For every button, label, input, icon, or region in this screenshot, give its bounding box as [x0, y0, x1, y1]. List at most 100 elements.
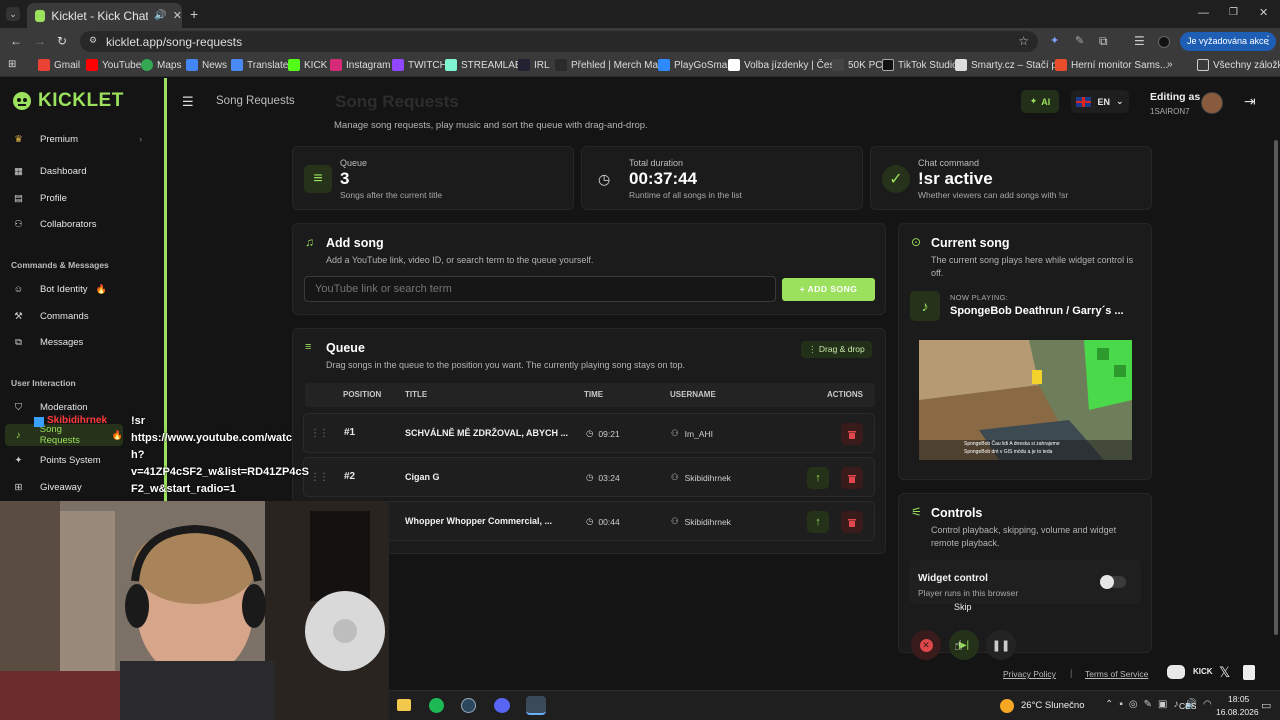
file-explorer-icon[interactable]	[397, 699, 411, 711]
url-input[interactable]: ⚙ kicklet.app/song-requests ☆	[80, 31, 1038, 52]
controls-description: Control playback, skipping, volume and w…	[931, 525, 1117, 548]
chat-overlay: Skibidihrnek !sr https://www.youtube.com…	[30, 415, 330, 500]
chat-message-line: https://www.youtube.com/watc	[131, 432, 292, 444]
bookmark-translate[interactable]: Translate	[231, 59, 288, 71]
bookmark-streamlabs[interactable]: STREAMLABS	[445, 59, 528, 71]
site-info-icon[interactable]: ⚙	[89, 35, 97, 46]
bookmark-gmail[interactable]: Gmail	[38, 59, 80, 71]
bookmark-maps[interactable]: Maps	[141, 59, 181, 71]
kicklet-favicon	[35, 9, 46, 22]
sidebar-item-premium[interactable]: ♛ Premium ›	[11, 130, 142, 148]
new-tab-icon[interactable]: +	[190, 6, 198, 22]
bookmark-star-icon[interactable]: ☆	[1018, 34, 1029, 48]
profile-avatar-icon[interactable]	[1158, 36, 1170, 48]
bookmark-50kpc[interactable]: 50K PC	[832, 59, 882, 71]
queue-table-header: POSITION TITLE TIME USERNAME ACTIONS	[305, 383, 875, 407]
user-avatar[interactable]	[1201, 92, 1223, 114]
discord-icon[interactable]	[1167, 665, 1185, 679]
delete-button[interactable]	[841, 423, 863, 445]
x-social-icon[interactable]: 𝕏	[1219, 664, 1230, 681]
discord-taskbar-icon[interactable]	[494, 698, 510, 713]
song-search-input[interactable]	[304, 276, 776, 302]
kick-social-icon[interactable]: KICK	[1193, 667, 1213, 676]
add-song-title: Add song	[326, 236, 384, 250]
move-up-button[interactable]: ↑	[807, 511, 829, 533]
maximize-icon[interactable]: ❐	[1229, 7, 1238, 18]
steam-icon[interactable]	[461, 698, 476, 713]
bookmark-smarty[interactable]: Smarty.cz – Stačí pl...	[955, 59, 1068, 71]
widget-control-toggle[interactable]	[1100, 575, 1126, 589]
input-language[interactable]: CES	[1179, 701, 1196, 711]
mouse-cursor: ☝	[954, 637, 963, 653]
ai-button[interactable]: ✦ AI	[1021, 90, 1059, 113]
bookmark-kick[interactable]: KICK	[288, 59, 327, 71]
move-up-button[interactable]: ↑	[807, 467, 829, 489]
kicklet-logo[interactable]: KICKLET	[12, 90, 124, 112]
extension-icon-1[interactable]: ✦	[1050, 35, 1062, 47]
table-row[interactable]: ⋮⋮ #1 SCHVÁLNĚ MĚ ZDRŽOVAL, ABYCH ... ◷ 0…	[303, 413, 875, 453]
tab-audio-icon[interactable]: 🔊	[154, 10, 166, 21]
bookmark-news[interactable]: News	[186, 59, 227, 71]
bookmark-irl[interactable]: IRL	[518, 59, 550, 71]
add-song-button[interactable]: + ADD SONG	[782, 278, 875, 301]
bookmark-tiktok[interactable]: TikTok Studio	[882, 59, 958, 71]
privacy-policy-link[interactable]: Privacy Policy	[1003, 669, 1056, 679]
minimize-icon[interactable]: —	[1198, 7, 1209, 19]
back-icon[interactable]: ←	[10, 34, 22, 48]
scrollbar[interactable]	[1274, 140, 1278, 635]
profile-icon: ▤	[14, 192, 23, 204]
extensions-puzzle-icon[interactable]: ⧉	[1099, 34, 1108, 49]
bookmark-playgosmart[interactable]: PlayGoSmart	[658, 59, 733, 71]
crown-icon: ♛	[14, 133, 23, 145]
browser-menu-icon[interactable]: ⋮	[1262, 33, 1274, 47]
sidebar-item-messages[interactable]: ⧉ Messages	[11, 333, 83, 351]
all-bookmarks[interactable]: Všechny záložky	[1197, 59, 1280, 71]
chat-message-line: h?	[131, 449, 145, 461]
tab-list-button[interactable]: ⌄	[6, 7, 20, 21]
extension-icon-2[interactable]: ✎	[1075, 35, 1084, 47]
sidebar-item-commands[interactable]: ⚒ Commands	[11, 307, 88, 325]
menu-toggle-icon[interactable]: ☰	[182, 94, 194, 110]
delete-button[interactable]	[841, 511, 863, 533]
bookmarks-overflow-icon[interactable]: »	[1167, 59, 1173, 70]
bookmark-merch[interactable]: Přehled | Merch Ma...	[555, 59, 666, 71]
logout-icon[interactable]: ⇥	[1244, 93, 1256, 110]
row-title: Cigan G	[405, 472, 440, 482]
stop-button[interactable]: ✕	[911, 630, 941, 660]
video-player[interactable]: SpongeBob Čau lidi A dneska si zahrajeme…	[919, 340, 1132, 460]
clock-date[interactable]: 16.08.2026	[1216, 707, 1259, 717]
bookmark-youtube[interactable]: YouTube	[86, 59, 141, 71]
delete-button[interactable]	[841, 467, 863, 489]
close-window-icon[interactable]: ✕	[1259, 6, 1268, 19]
pause-button[interactable]: ❚❚	[986, 630, 1016, 660]
sidebar-item-profile[interactable]: ▤ Profile	[11, 189, 67, 207]
language-select[interactable]: EN ⌄	[1071, 90, 1129, 113]
queue-title: Queue	[326, 341, 365, 355]
apps-grid-icon[interactable]: ⊞	[8, 59, 16, 70]
docs-icon[interactable]	[1243, 665, 1255, 680]
sidebar-item-bot-identity[interactable]: ☺ Bot Identity 🔥	[11, 280, 107, 298]
weather-text[interactable]: 26°C Slunečno	[1021, 700, 1084, 711]
sparkle-icon: ✦	[14, 454, 23, 466]
bookmark-monitor[interactable]: Herní monitor Sams...	[1055, 59, 1168, 71]
tab-close-icon[interactable]: ✕	[173, 9, 182, 22]
sidebar-item-moderation[interactable]: ⛉ Moderation	[11, 398, 88, 416]
clock-time[interactable]: 18:05	[1228, 694, 1249, 704]
reading-list-icon[interactable]: ☰	[1134, 34, 1145, 48]
spotify-icon[interactable]	[429, 698, 444, 713]
sidebar-item-dashboard[interactable]: ▦ Dashboard	[11, 162, 86, 180]
notifications-icon[interactable]: ▭	[1261, 699, 1271, 712]
gmail-icon	[38, 59, 50, 71]
forward-icon[interactable]: →	[34, 34, 46, 48]
reload-icon[interactable]: ↻	[57, 34, 67, 48]
sidebar-item-collaborators[interactable]: ⚇ Collaborators	[11, 215, 96, 233]
browser-taskbar-icon[interactable]	[526, 696, 546, 715]
table-row[interactable]: ⋮⋮ #2 Cigan G ◷ 03:24 ⚇ Skibidihrnek ↑	[303, 457, 875, 497]
browser-tab-kicklet[interactable]: Kicklet - Kick Chatbot, Kick 🔊 ✕	[27, 3, 182, 28]
bookmark-instagram[interactable]: Instagram	[330, 59, 390, 71]
wifi-icon[interactable]: ◠	[1203, 699, 1212, 710]
browser-address-bar: ← → ↻ ⚙ kicklet.app/song-requests ☆ ✦ ✎ …	[0, 28, 1280, 55]
terms-of-service-link[interactable]: Terms of Service	[1085, 669, 1148, 679]
bookmark-jizdenky[interactable]: Volba jízdenky | Čes...	[728, 59, 843, 71]
bookmark-twitch[interactable]: TWITCH	[392, 59, 447, 71]
